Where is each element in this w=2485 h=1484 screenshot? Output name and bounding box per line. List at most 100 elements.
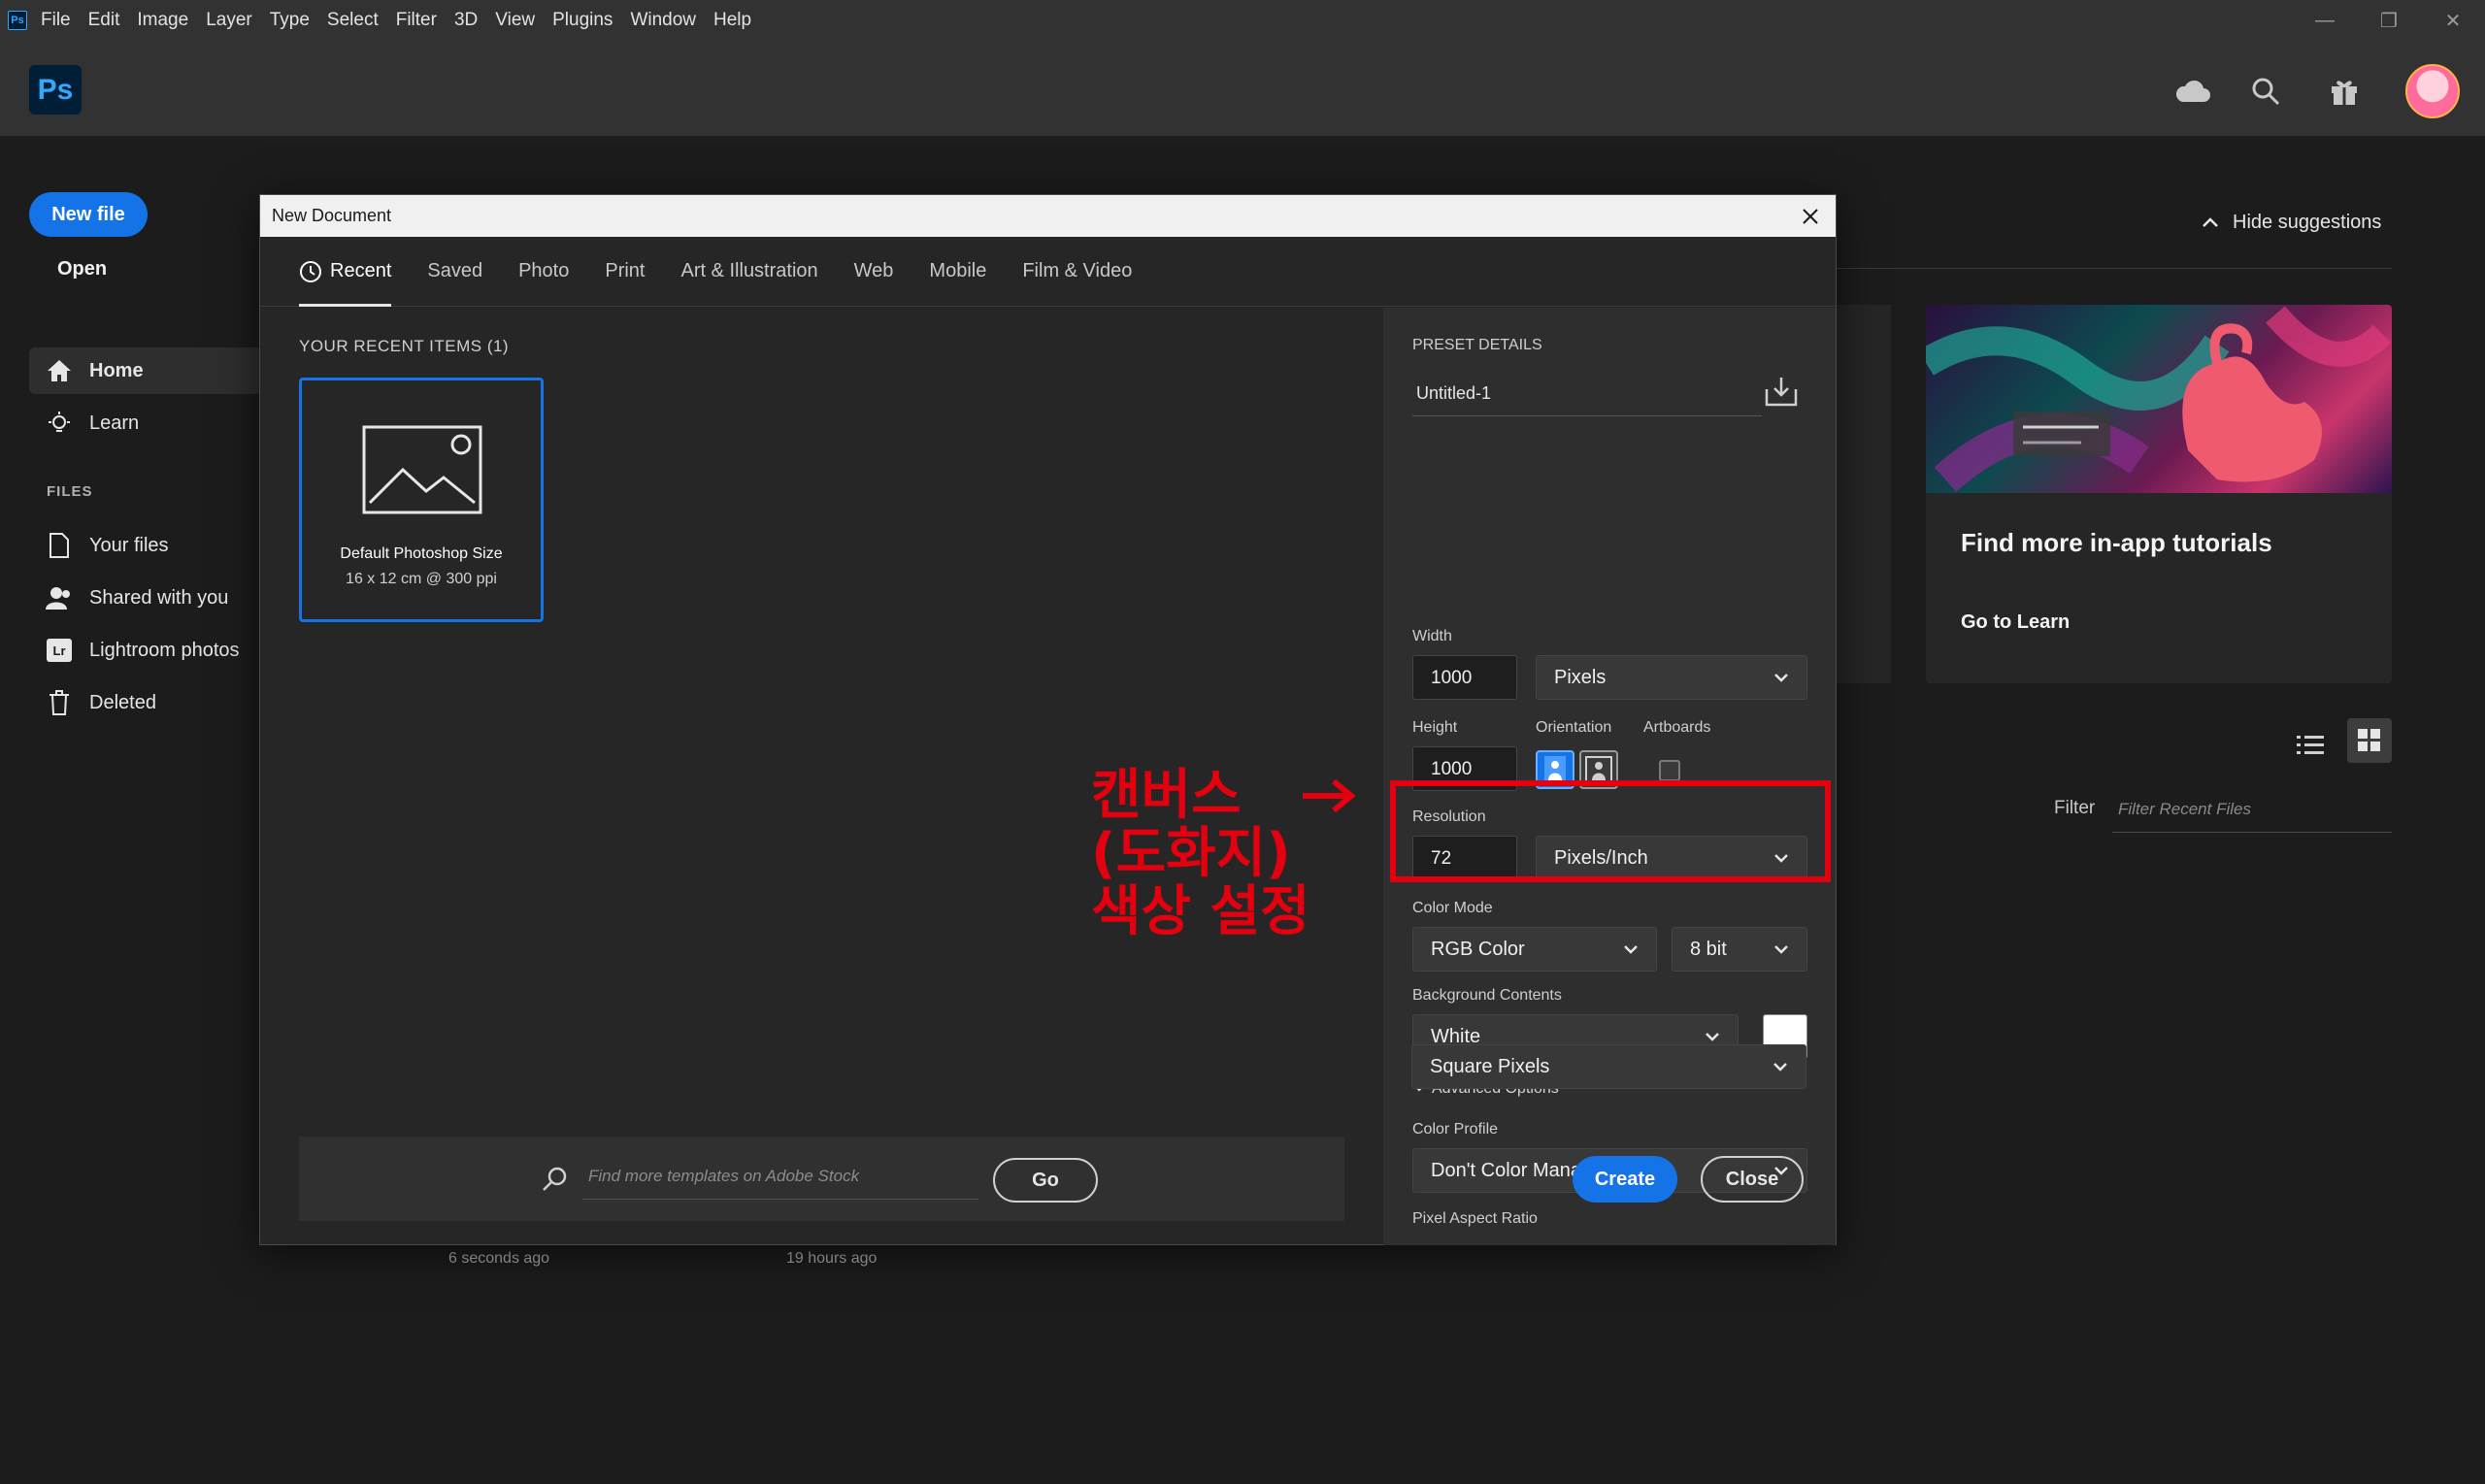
- annotation-line: 색상 설정: [1091, 880, 1310, 943]
- search-icon: [542, 1166, 569, 1198]
- clock-icon: [299, 260, 322, 283]
- window-controls: — ❐ ✕: [2293, 0, 2485, 41]
- lightroom-icon: Lr: [45, 639, 74, 662]
- color-mode-select[interactable]: RGB Color: [1412, 927, 1657, 972]
- create-button[interactable]: Create: [1573, 1156, 1677, 1203]
- menu-file[interactable]: File: [41, 10, 71, 31]
- shared-users-icon: [45, 586, 74, 610]
- document-name-input[interactable]: Untitled-1: [1412, 372, 1762, 416]
- artboards-checkbox[interactable]: [1659, 760, 1680, 781]
- bit-depth-select[interactable]: 8 bit: [1672, 927, 1807, 972]
- menu-bar: Ps File Edit Image Layer Type Select Fil…: [0, 0, 2485, 41]
- stock-search-input[interactable]: Find more templates on Adobe Stock: [582, 1155, 978, 1200]
- menu-edit[interactable]: Edit: [88, 10, 120, 31]
- nav-lightroom[interactable]: Lr Lightroom photos: [29, 627, 262, 674]
- nav-lightroom-label: Lightroom photos: [89, 639, 240, 661]
- orientation-label: Orientation: [1536, 719, 1612, 736]
- cloud-icon[interactable]: [2171, 70, 2214, 113]
- app-header: Ps: [0, 41, 2485, 136]
- menu-view[interactable]: View: [495, 10, 535, 31]
- dialog-titlebar: New Document: [260, 195, 1836, 237]
- tab-print[interactable]: Print: [605, 237, 645, 307]
- user-avatar[interactable]: [2405, 64, 2460, 118]
- menu-help[interactable]: Help: [713, 10, 751, 31]
- filter-label: Filter: [2054, 798, 2096, 818]
- recent-preset-card[interactable]: Default Photoshop Size 16 x 12 cm @ 300 …: [299, 378, 544, 622]
- artboards-label: Artboards: [1643, 719, 1711, 736]
- nav-your-files-label: Your files: [89, 534, 169, 556]
- open-button[interactable]: Open: [57, 258, 107, 280]
- grid-view-icon[interactable]: [2347, 718, 2392, 763]
- dialog-close-icon[interactable]: [1797, 203, 1824, 230]
- annotation-highlight-box: [1390, 780, 1831, 882]
- chevron-down-icon: [1705, 1032, 1720, 1041]
- width-input[interactable]: 1000: [1412, 655, 1517, 700]
- photoshop-logo[interactable]: Ps: [29, 65, 82, 115]
- menu-plugins[interactable]: Plugins: [552, 10, 613, 31]
- tab-mobile[interactable]: Mobile: [929, 237, 986, 307]
- hide-suggestions-button[interactable]: Hide suggestions: [2202, 212, 2381, 234]
- search-icon[interactable]: [2244, 70, 2287, 113]
- preset-details-panel: PRESET DETAILS Untitled-1 Width 1000 Pix…: [1383, 308, 1836, 1245]
- suggestions-divider: [1835, 268, 2392, 269]
- pixel-aspect-ratio-select[interactable]: Square Pixels: [1411, 1044, 1806, 1089]
- nav-learn[interactable]: Learn: [29, 400, 262, 446]
- color-profile-label: Color Profile: [1412, 1121, 1499, 1138]
- bit-depth-value: 8 bit: [1690, 938, 1727, 960]
- background-contents-label: Background Contents: [1412, 987, 1562, 1004]
- list-view-icon[interactable]: [2291, 726, 2330, 765]
- go-to-learn-link[interactable]: Go to Learn: [1961, 611, 2070, 634]
- height-label: Height: [1412, 719, 1458, 736]
- restore-button[interactable]: ❐: [2357, 9, 2421, 33]
- annotation-text: 캔버스 (도화지) 색상 설정: [1091, 767, 1324, 941]
- tutorial-title: Find more in-app tutorials: [1961, 528, 2272, 557]
- minimize-button[interactable]: —: [2293, 10, 2357, 32]
- nav-deleted[interactable]: Deleted: [29, 679, 262, 726]
- chevron-up-icon: [2202, 212, 2219, 234]
- close-button[interactable]: Close: [1701, 1156, 1804, 1203]
- window-close-button[interactable]: ✕: [2421, 9, 2485, 33]
- tab-art-illustration[interactable]: Art & Illustration: [680, 237, 817, 307]
- chevron-down-icon: [1773, 673, 1789, 682]
- width-unit-select[interactable]: Pixels: [1536, 655, 1807, 700]
- width-unit-value: Pixels: [1554, 666, 1607, 688]
- menu-image[interactable]: Image: [137, 10, 188, 31]
- tab-recent[interactable]: Recent: [299, 237, 392, 307]
- menu-type[interactable]: Type: [270, 10, 310, 31]
- color-mode-label: Color Mode: [1412, 900, 1493, 916]
- tab-web[interactable]: Web: [854, 237, 894, 307]
- tutorial-image: [1926, 305, 2392, 493]
- suggestion-card[interactable]: [1835, 305, 1891, 683]
- go-button[interactable]: Go: [993, 1158, 1098, 1203]
- gift-icon[interactable]: [2323, 70, 2366, 113]
- lightbulb-icon: [45, 411, 74, 436]
- nav-shared-label: Shared with you: [89, 586, 229, 609]
- preset-tabs: Recent Saved Photo Print Art & Illustrat…: [260, 237, 1836, 307]
- annotation-line: 캔버스: [1091, 764, 1242, 827]
- menu-window[interactable]: Window: [630, 10, 696, 31]
- menu-layer[interactable]: Layer: [206, 10, 252, 31]
- nav-your-files[interactable]: Your files: [29, 522, 262, 569]
- menu-3d[interactable]: 3D: [454, 10, 478, 31]
- home-icon: [45, 359, 74, 382]
- menu-select[interactable]: Select: [327, 10, 379, 31]
- tab-photo[interactable]: Photo: [518, 237, 569, 307]
- tab-film-video[interactable]: Film & Video: [1022, 237, 1132, 307]
- preset-name: Default Photoshop Size: [340, 545, 503, 562]
- nav-deleted-label: Deleted: [89, 691, 156, 713]
- chevron-down-icon: [1773, 1062, 1788, 1072]
- hide-suggestions-label: Hide suggestions: [2233, 212, 2382, 233]
- tutorial-card[interactable]: Find more in-app tutorials Go to Learn: [1926, 305, 2392, 683]
- pixel-aspect-ratio-label: Pixel Aspect Ratio: [1412, 1210, 1538, 1227]
- new-file-button[interactable]: New file: [29, 192, 148, 237]
- nav-home[interactable]: Home: [29, 347, 262, 394]
- menu-filter[interactable]: Filter: [396, 10, 437, 31]
- save-preset-icon[interactable]: [1765, 376, 1798, 412]
- filter-recent-files-input[interactable]: Filter Recent Files: [2112, 788, 2392, 833]
- app-icon: Ps: [8, 11, 27, 30]
- tab-recent-label: Recent: [330, 260, 392, 281]
- pixel-aspect-ratio-value: Square Pixels: [1430, 1055, 1550, 1077]
- file-icon: [45, 533, 74, 558]
- tab-saved[interactable]: Saved: [427, 237, 482, 307]
- nav-shared[interactable]: Shared with you: [29, 575, 262, 621]
